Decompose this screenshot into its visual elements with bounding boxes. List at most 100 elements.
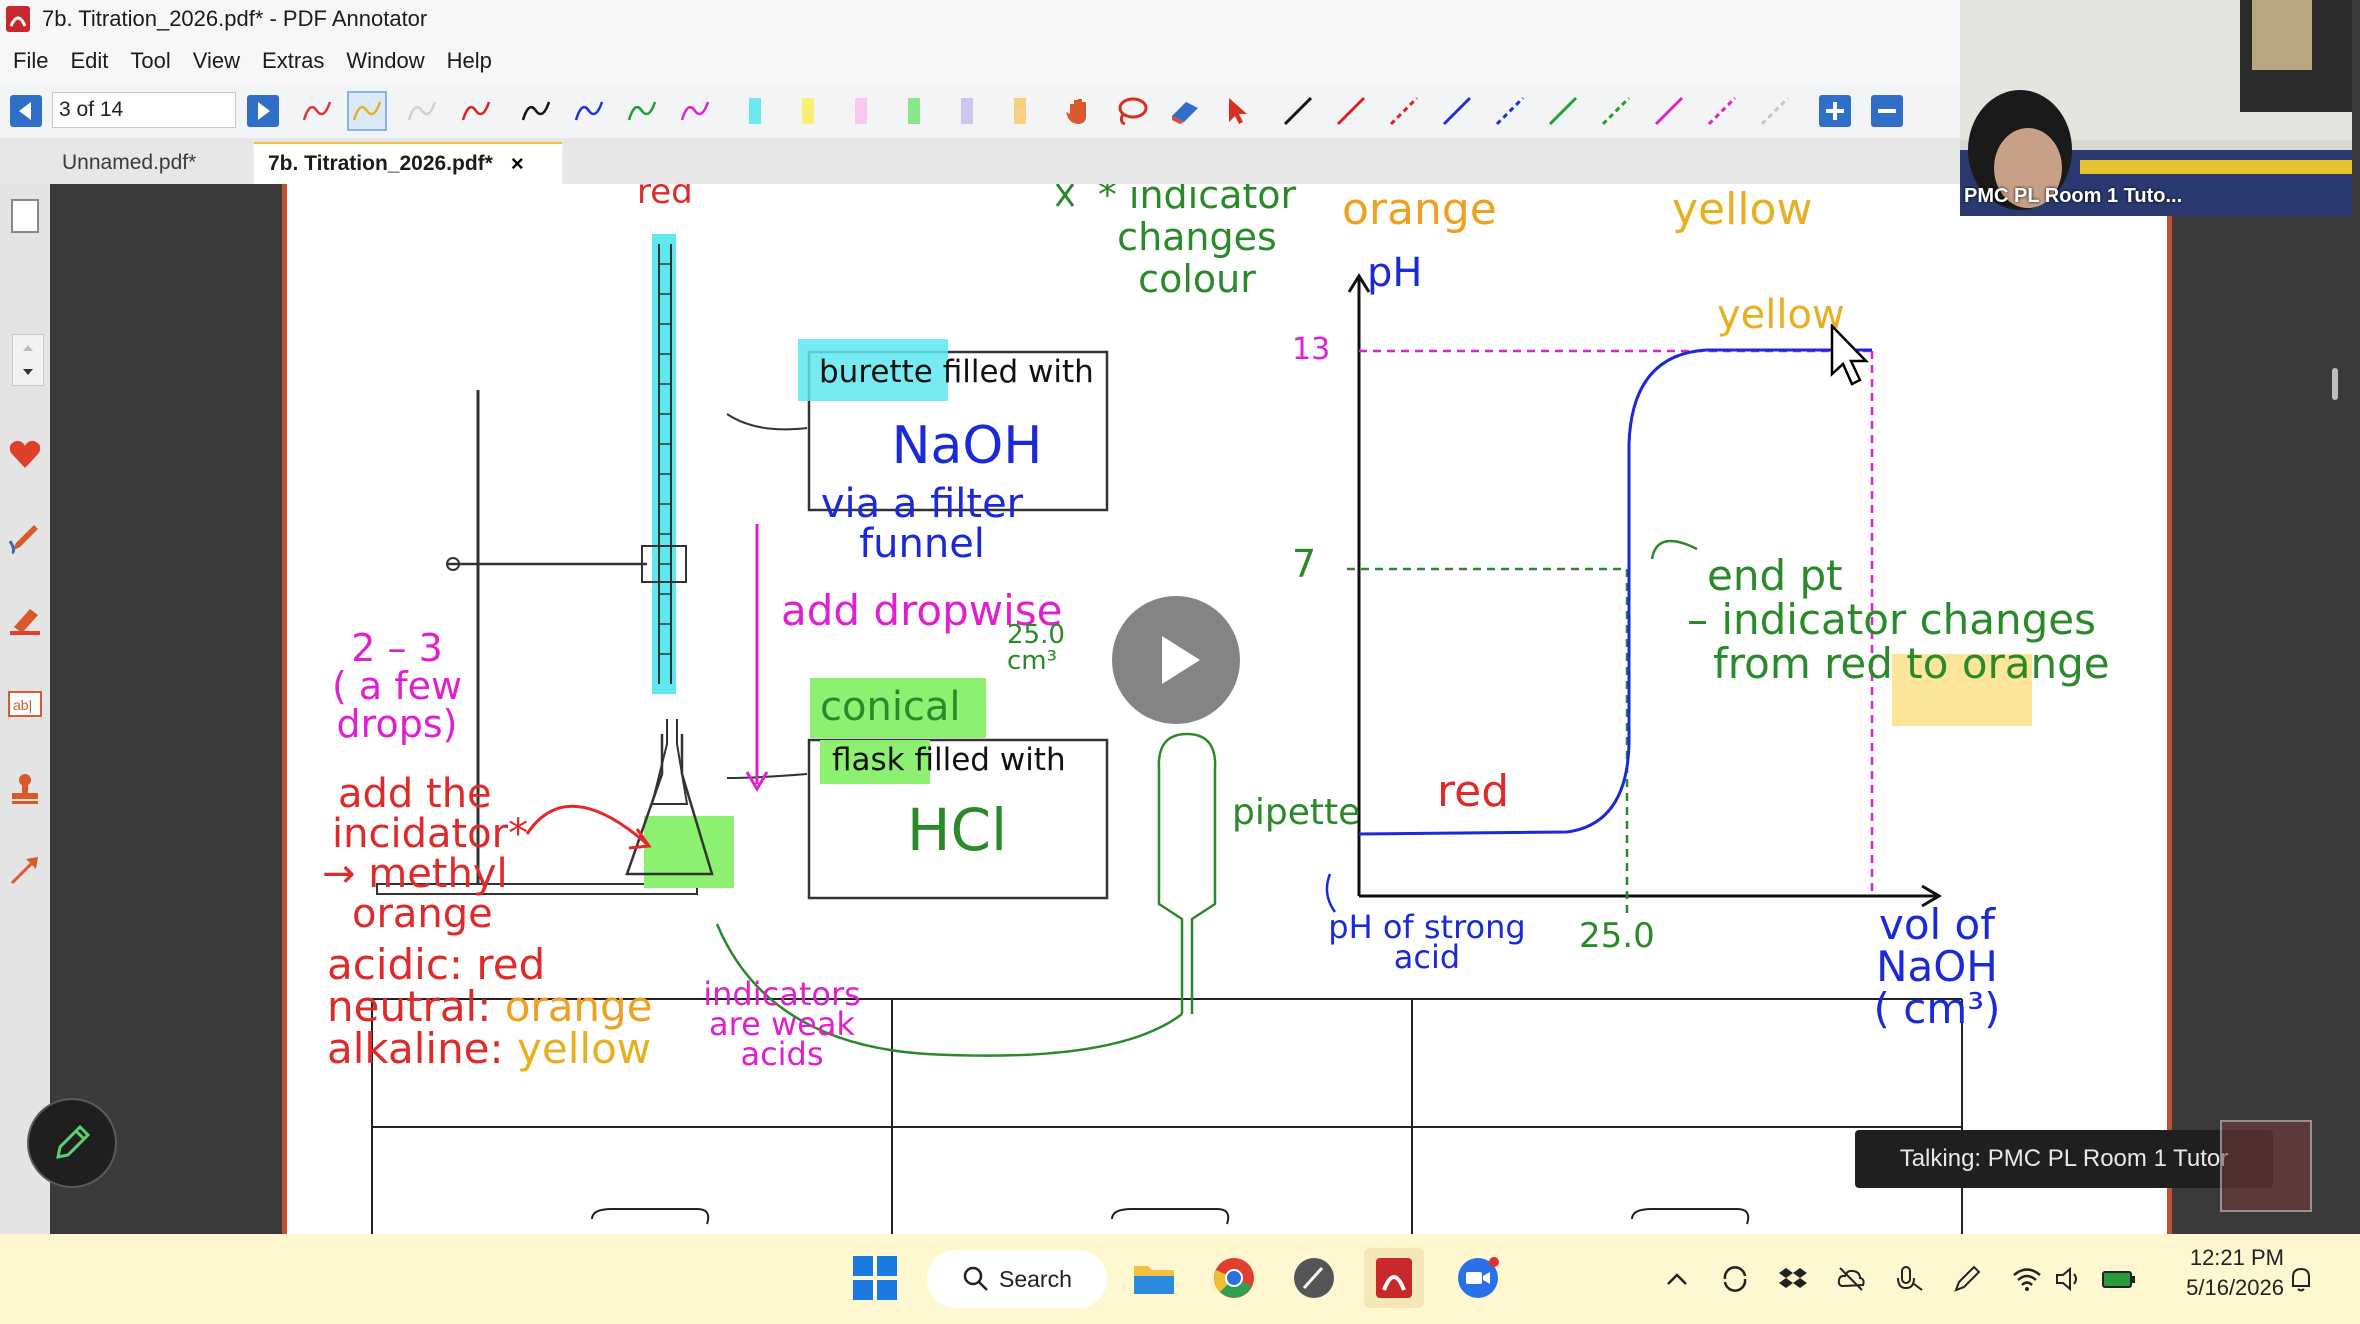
highlighter-lavender-button[interactable] [947,91,987,131]
speaker-icon [2056,1266,2077,1292]
highlighter-yellow-button[interactable] [788,91,828,131]
start-button[interactable] [845,1248,905,1308]
vertical-scrollbar[interactable] [2320,184,2350,1234]
search-label: Search [999,1265,1072,1292]
app-taskbar-button[interactable] [1284,1248,1344,1308]
chrome-taskbar-button[interactable] [1204,1248,1264,1308]
pen-tool-button[interactable] [5,518,45,558]
menu-tool[interactable]: Tool [130,48,170,74]
pdf-page[interactable]: red * indicator changes colour orange ye… [282,184,2172,1234]
pen-black-button[interactable] [516,91,556,131]
battery-tray-icon[interactable] [2102,1262,2136,1296]
line-blue-button[interactable] [1437,91,1477,131]
pen-floating-button[interactable] [27,1098,117,1188]
hand-tool-button[interactable] [1059,91,1099,131]
acidic-row: acidic: red [327,944,653,986]
participant-video-tile[interactable]: PMC PL Room 1 Tuto... [1960,0,2352,216]
eraser-tool-button[interactable] [1165,91,1205,131]
arrow-tool-button[interactable] [5,850,45,890]
taskbar-search[interactable]: Search [927,1250,1107,1308]
bell-icon [2292,1267,2310,1292]
arrow-pointer-icon [1229,98,1247,124]
line-magenta-button[interactable] [1649,91,1689,131]
play-video-button[interactable] [1112,596,1240,724]
page-icon [11,199,39,233]
previous-page-button[interactable] [6,91,46,131]
highlighter-icon [855,98,867,124]
highlighter-cyan-button[interactable] [735,91,775,131]
zoom-in-button[interactable] [1815,91,1855,131]
menu-edit[interactable]: Edit [70,48,108,74]
select-tool-button[interactable] [1218,91,1258,131]
sync-tray-icon[interactable] [1718,1262,1752,1296]
pen-tray-icon[interactable] [1950,1262,1984,1296]
zoom-taskbar-button[interactable] [1448,1248,1508,1308]
end-point-line-1: end pt [1707,551,1843,600]
dashed-line-white-button[interactable] [1755,91,1795,131]
text-box-tool-button[interactable]: ab| [5,684,45,724]
stamp-tool-button[interactable] [5,768,45,808]
reaction-button[interactable] [2220,1120,2312,1212]
play-icon [1162,636,1200,684]
panel-scroll-control[interactable] [12,334,44,386]
menu-help[interactable]: Help [447,48,492,74]
menu-window[interactable]: Window [346,48,424,74]
volume-tray-icon[interactable] [2052,1262,2086,1296]
pen-magenta-button[interactable] [675,91,715,131]
menu-view[interactable]: View [193,48,240,74]
pen-stroke-icon [680,101,710,121]
page-number-field[interactable]: 3 of 14 [52,92,236,128]
pen-white-button[interactable] [402,91,442,131]
tab-titration[interactable]: 7b. Titration_2026.pdf* × [254,142,562,184]
show-hidden-icons-button[interactable] [1660,1262,1694,1296]
pdf-annotator-taskbar-button[interactable] [1364,1248,1424,1308]
scrollbar-thumb[interactable] [2332,368,2338,400]
microphone-tray-icon[interactable] [1892,1262,1926,1296]
line-red-button[interactable] [1331,91,1371,131]
file-explorer-taskbar-button[interactable] [1124,1248,1184,1308]
end-point-line-3: from red to [1713,639,1962,688]
pen-stroke-icon [461,101,491,121]
pen-stroke-icon [352,101,382,121]
pencil-icon [56,1124,91,1159]
menu-extras[interactable]: Extras [262,48,324,74]
next-page-button[interactable] [243,91,283,131]
tab-unnamed[interactable]: Unnamed.pdf* [48,142,210,184]
svg-text:ab|: ab| [13,697,32,713]
cloud-tray-icon[interactable] [1834,1262,1868,1296]
line-green-button[interactable] [1543,91,1583,131]
dashed-line-icon [1707,96,1737,126]
highlighter-tool-button[interactable] [5,600,45,640]
battery-icon [2102,1271,2135,1288]
few-drops-line-3: drops) [336,702,458,746]
highlighter-icon [1014,98,1026,124]
dashed-line-red-button[interactable] [1384,91,1424,131]
page-thumbnail-button[interactable] [5,196,45,236]
highlighter-orange-button[interactable] [1000,91,1040,131]
lasso-tool-button[interactable] [1112,91,1152,131]
pen-yellow-button[interactable] [347,91,387,131]
dashed-line-blue-button[interactable] [1490,91,1530,131]
end-point-line-2: – indicator changes [1687,595,2097,644]
pen-red-button[interactable] [297,91,337,131]
zoom-out-button[interactable] [1867,91,1907,131]
line-black-button[interactable] [1278,91,1318,131]
wifi-tray-icon[interactable] [2010,1262,2044,1296]
menu-file[interactable]: File [13,48,48,74]
dropbox-tray-icon[interactable] [1776,1262,1810,1296]
dashed-line-green-button[interactable] [1596,91,1636,131]
pen-red2-button[interactable] [456,91,496,131]
highlighter-icon [10,609,40,635]
notification-button[interactable] [2284,1262,2318,1296]
system-clock[interactable]: 12:21 PM 5/16/2026 [2158,1243,2284,1303]
favorites-button[interactable] [5,434,45,474]
volume-label: 25.0 cm³ [1007,622,1065,674]
highlighter-pink-button[interactable] [841,91,881,131]
weak-acids-label: indicators are weak acids [682,978,882,1070]
dashed-line-magenta-button[interactable] [1702,91,1742,131]
pen-blue-button[interactable] [569,91,609,131]
pen-green-button[interactable] [622,91,662,131]
close-tab-icon[interactable]: × [511,151,524,177]
pdf-annotator-icon [1376,1258,1412,1298]
highlighter-green-button[interactable] [894,91,934,131]
